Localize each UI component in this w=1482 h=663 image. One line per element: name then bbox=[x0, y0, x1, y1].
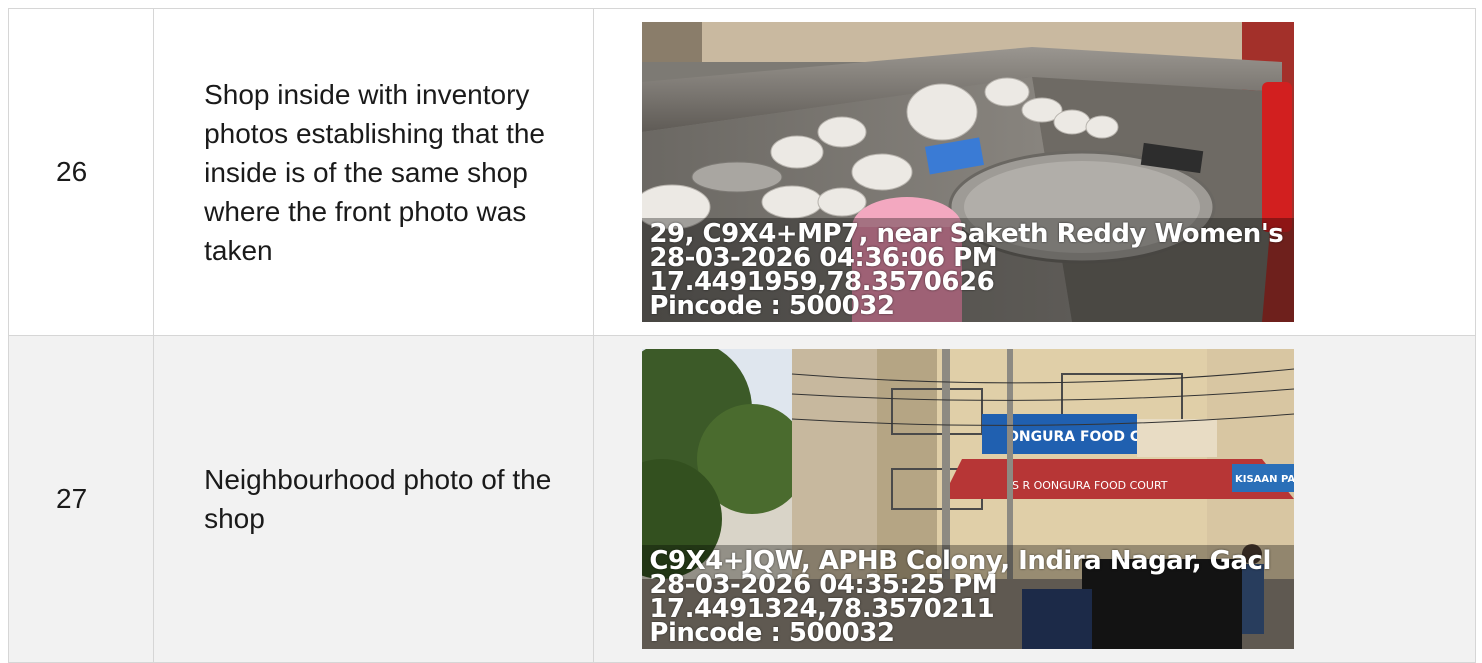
awning-text: S R OONGURA FOOD COURT bbox=[1012, 479, 1168, 492]
stamp-pincode: Pincode : 500032 bbox=[649, 291, 895, 321]
photo-cell: ONGURA FOOD COURT S R OONGURA FOOD COURT… bbox=[593, 335, 1476, 663]
table-row: 26 Shop inside with inventory photos est… bbox=[7, 8, 1476, 336]
table-row: 27 Neighbourhood photo of the shop ONGUR… bbox=[7, 335, 1476, 663]
description-cell: Shop inside with inventory photos establ… bbox=[153, 8, 595, 336]
neighbourhood-photo[interactable]: ONGURA FOOD COURT S R OONGURA FOOD COURT… bbox=[642, 349, 1295, 649]
photo-cell: 29, C9X4+MP7, near Saketh Reddy Women's … bbox=[593, 8, 1476, 336]
inspection-table: 26 Shop inside with inventory photos est… bbox=[7, 8, 1476, 663]
description-cell: Neighbourhood photo of the shop bbox=[153, 335, 595, 663]
photo-geo-stamp: C9X4+JQW, APHB Colony, Indira Nagar, Gac… bbox=[649, 548, 1271, 648]
stamp-pincode: Pincode : 500032 bbox=[649, 618, 895, 648]
serial-number-cell: 26 bbox=[7, 8, 155, 336]
right-sign-text: KISAAN PARI bbox=[1235, 474, 1294, 485]
shop-interior-photo[interactable]: 29, C9X4+MP7, near Saketh Reddy Women's … bbox=[642, 22, 1295, 322]
photo-geo-stamp: 29, C9X4+MP7, near Saketh Reddy Women's … bbox=[649, 221, 1283, 321]
serial-number-cell: 27 bbox=[7, 335, 155, 663]
